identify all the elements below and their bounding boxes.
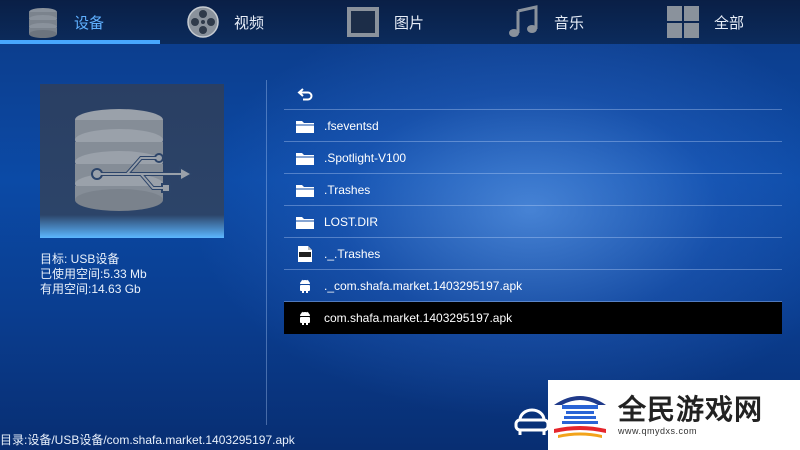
device-preview <box>40 84 224 238</box>
file-name: ._com.shafa.market.1403295197.apk <box>324 278 523 293</box>
folder-icon <box>294 117 316 135</box>
back-row[interactable] <box>284 78 782 110</box>
top-nav-bar: 设备 视频 图片 音乐 全部 <box>0 0 800 44</box>
android-icon <box>294 309 316 327</box>
database-icon <box>29 8 57 38</box>
file-name: ._.Trashes <box>324 246 381 261</box>
watermark-title: 全民游戏网 <box>618 393 764 426</box>
list-item[interactable]: .Spotlight-V100 <box>284 142 782 174</box>
sofa-icon[interactable] <box>512 404 552 438</box>
file-name: com.shafa.market.1403295197.apk <box>324 310 513 325</box>
tab-all-label: 全部 <box>714 14 745 32</box>
android-icon <box>294 277 316 295</box>
device-target: 目标: USB设备 <box>40 252 120 266</box>
tab-video[interactable]: 视频 <box>186 0 264 44</box>
tab-pictures[interactable]: 图片 <box>346 0 424 44</box>
list-item-selected[interactable]: com.shafa.market.1403295197.apk <box>284 302 782 334</box>
tab-devices[interactable]: 设备 <box>26 0 104 44</box>
tab-devices-label: 设备 <box>74 14 105 32</box>
music-note-icon <box>509 5 538 37</box>
tab-all[interactable]: 全部 <box>666 0 744 44</box>
device-free-space: 有用空间:14.63 Gb <box>40 282 141 296</box>
film-reel-icon <box>187 6 219 38</box>
text-file-icon <box>294 245 316 263</box>
picture-frame-icon <box>347 7 379 37</box>
file-name: LOST.DIR <box>324 214 379 229</box>
list-item[interactable]: .fseventsd <box>284 110 782 142</box>
device-used-space: 已使用空间:5.33 Mb <box>40 267 147 281</box>
folder-icon <box>294 149 316 167</box>
grid-icon <box>667 6 699 38</box>
list-item[interactable]: ._.Trashes <box>284 238 782 270</box>
back-arrow-icon <box>294 85 316 103</box>
tab-pictures-label: 图片 <box>394 14 425 32</box>
file-name: .Spotlight-V100 <box>324 150 407 165</box>
tab-video-label: 视频 <box>234 14 265 32</box>
tab-music-label: 音乐 <box>554 14 585 32</box>
file-name: .fseventsd <box>324 118 379 133</box>
usb-database-icon <box>75 109 193 211</box>
current-path: 目录:设备/USB设备/com.shafa.market.1403295197.… <box>0 433 295 447</box>
panel-divider <box>266 80 267 425</box>
file-name: .Trashes <box>324 182 371 197</box>
pagoda-logo-icon <box>554 396 606 438</box>
tab-music[interactable]: 音乐 <box>506 0 584 44</box>
list-item[interactable]: .Trashes <box>284 174 782 206</box>
list-item[interactable]: LOST.DIR <box>284 206 782 238</box>
watermark: 全民游戏网 www.qmydxs.com <box>548 380 800 450</box>
file-list: .fseventsd .Spotlight-V100 .Trashes LOST… <box>284 78 782 334</box>
watermark-url: www.qmydxs.com <box>618 426 698 436</box>
device-info: 目标: USB设备 已使用空间:5.33 Mb 有用空间:14.63 Gb <box>40 252 147 297</box>
list-item[interactable]: ._com.shafa.market.1403295197.apk <box>284 270 782 302</box>
folder-icon <box>294 181 316 199</box>
active-tab-indicator <box>0 40 160 44</box>
folder-icon <box>294 213 316 231</box>
